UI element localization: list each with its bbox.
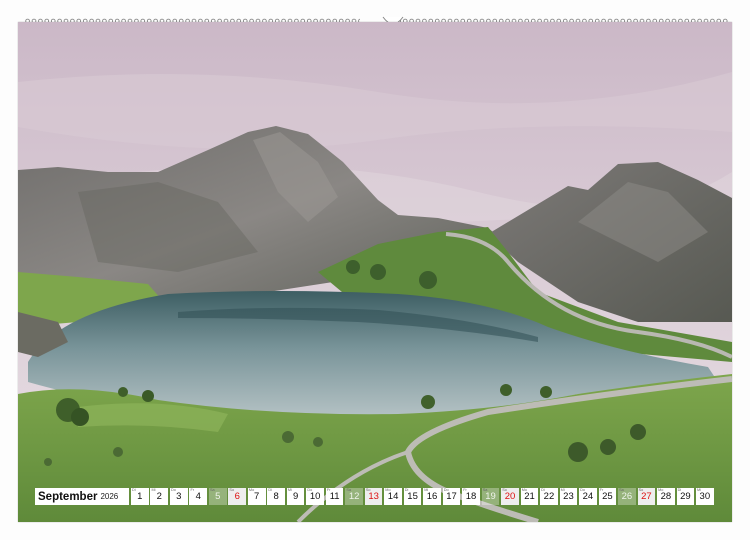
day-cell: Sa 5 bbox=[208, 488, 227, 505]
day-cell: Mo 28 bbox=[657, 488, 675, 505]
day-number: 10 bbox=[309, 491, 321, 502]
day-number: 20 bbox=[504, 491, 516, 502]
day-cell: Di 8 bbox=[267, 488, 285, 505]
day-cell: Mo 7 bbox=[247, 488, 266, 505]
day-number: 23 bbox=[563, 491, 574, 502]
day-cell: So 20 bbox=[501, 488, 519, 505]
day-cell: Mo 21 bbox=[520, 488, 539, 505]
day-cell: Mi 16 bbox=[423, 488, 441, 505]
day-number: 1 bbox=[137, 491, 143, 502]
calendar-page: September 2026 Di 1 Mi 2 Do 3 Fr 4 Sa 5 So 6 Mo 7 Di 8 M… bbox=[0, 0, 750, 540]
day-cell: So 13 bbox=[364, 488, 383, 505]
day-number: 14 bbox=[387, 491, 399, 502]
day-cell: Mo 14 bbox=[384, 488, 402, 505]
day-number: 24 bbox=[582, 491, 594, 502]
day-number: 12 bbox=[348, 491, 360, 502]
day-number: 25 bbox=[602, 491, 613, 502]
day-number: 18 bbox=[465, 491, 477, 502]
day-number: 16 bbox=[426, 491, 438, 502]
day-number: 22 bbox=[543, 491, 555, 502]
day-number: 11 bbox=[329, 491, 340, 502]
day-cell: Mi 30 bbox=[696, 488, 714, 505]
day-cell: Do 10 bbox=[306, 488, 324, 505]
day-cell: Di 22 bbox=[540, 488, 558, 505]
day-number: 19 bbox=[485, 491, 496, 502]
day-number: 30 bbox=[699, 491, 711, 502]
day-cell: Fr 4 bbox=[189, 488, 208, 505]
day-cell: Do 17 bbox=[442, 488, 461, 505]
day-number: 8 bbox=[273, 491, 279, 502]
day-cell: Sa 26 bbox=[618, 488, 636, 505]
day-number: 26 bbox=[621, 491, 633, 502]
day-number: 4 bbox=[195, 491, 201, 502]
day-cell: Do 3 bbox=[169, 488, 188, 505]
day-cell: So 27 bbox=[637, 488, 656, 505]
month-label: September 2026 bbox=[35, 488, 129, 505]
day-cell: Sa 19 bbox=[481, 488, 500, 505]
day-list: Di 1 Mi 2 Do 3 Fr 4 Sa 5 So 6 Mo 7 Di 8 Mi 9 Do 10 Fr 11 Sa 12 S… bbox=[131, 488, 716, 505]
month-name: September bbox=[38, 490, 98, 503]
day-number: 3 bbox=[176, 491, 182, 502]
day-number: 6 bbox=[234, 491, 240, 502]
day-number: 28 bbox=[660, 491, 672, 502]
calendar-strip: September 2026 Di 1 Mi 2 Do 3 Fr 4 Sa 5 So 6 Mo 7 Di 8 M… bbox=[35, 488, 716, 505]
day-cell: Di 29 bbox=[676, 488, 695, 505]
year-label: 2026 bbox=[100, 492, 119, 501]
day-number: 21 bbox=[524, 491, 535, 502]
day-cell: Mi 23 bbox=[559, 488, 578, 505]
landscape-photo bbox=[18, 22, 732, 522]
day-number: 13 bbox=[368, 491, 379, 502]
day-cell: Do 24 bbox=[579, 488, 597, 505]
day-number: 5 bbox=[215, 491, 221, 502]
day-number: 27 bbox=[641, 491, 652, 502]
day-cell: Di 15 bbox=[403, 488, 422, 505]
day-number: 2 bbox=[156, 491, 162, 502]
day-cell: Mi 2 bbox=[150, 488, 169, 505]
day-cell: Di 1 bbox=[131, 488, 149, 505]
day-number: 29 bbox=[680, 491, 691, 502]
day-cell: Sa 12 bbox=[345, 488, 363, 505]
day-number: 9 bbox=[293, 491, 299, 502]
day-cell: Fr 11 bbox=[325, 488, 344, 505]
day-cell: Mi 9 bbox=[286, 488, 305, 505]
day-cell: So 6 bbox=[228, 488, 247, 505]
day-number: 7 bbox=[254, 491, 260, 502]
day-cell: Fr 18 bbox=[462, 488, 480, 505]
day-cell: Fr 25 bbox=[598, 488, 617, 505]
day-number: 17 bbox=[446, 491, 457, 502]
day-number: 15 bbox=[407, 491, 418, 502]
